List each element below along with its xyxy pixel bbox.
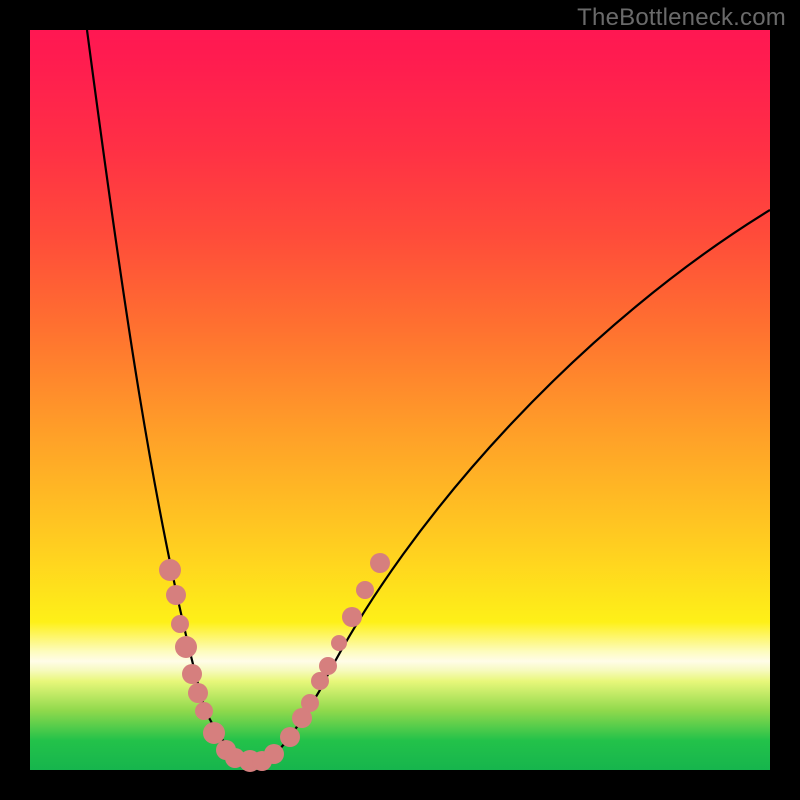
data-marker <box>166 585 186 605</box>
data-marker <box>188 683 208 703</box>
chart-container: TheBottleneck.com <box>0 0 800 800</box>
data-marker <box>175 636 197 658</box>
data-marker <box>159 559 181 581</box>
data-marker <box>356 581 374 599</box>
data-marker <box>280 727 300 747</box>
data-marker <box>319 657 337 675</box>
data-marker <box>264 744 284 764</box>
data-marker <box>171 615 189 633</box>
data-marker <box>342 607 362 627</box>
data-marker <box>182 664 202 684</box>
data-marker <box>301 694 319 712</box>
data-marker <box>195 702 213 720</box>
markers-layer <box>30 30 770 770</box>
plot-area <box>30 30 770 770</box>
data-marker <box>331 635 347 651</box>
watermark-text: TheBottleneck.com <box>577 4 786 32</box>
data-marker <box>370 553 390 573</box>
